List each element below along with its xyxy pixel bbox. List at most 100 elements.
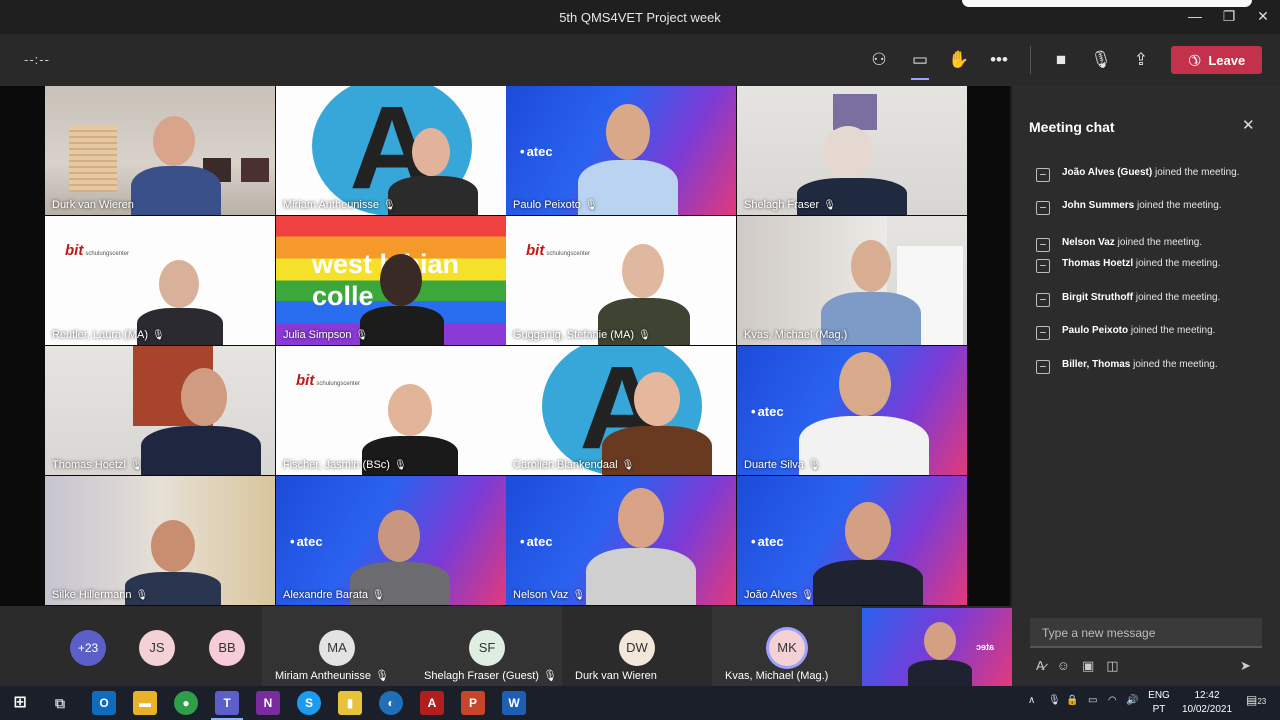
video-grid: Durk van Wieren Miriam Antheunisse🎙 atec…: [45, 86, 968, 606]
chat-system-message: Thomas Hoetzl joined the meeting.: [1036, 257, 1266, 273]
atec-logo-mirrored: atec: [976, 642, 995, 652]
windows-start-icon[interactable]: ⊞: [8, 691, 32, 715]
atec-logo: atec: [290, 534, 323, 549]
acrobat-icon[interactable]: A: [420, 691, 444, 715]
tray-battery-icon[interactable]: ▭: [1088, 695, 1097, 720]
message-compose-box[interactable]: Type a new message: [1030, 618, 1262, 648]
video-tile[interactable]: bit schulungscenter Gugganig, Stefanie (M…: [506, 216, 736, 345]
mic-off-icon: 🎙: [135, 589, 149, 601]
leave-button[interactable]: ✆ Leave: [1171, 46, 1262, 74]
close-chat-button[interactable]: ✕: [1242, 116, 1255, 134]
participant-name: Silke Hillermann 🎙: [52, 589, 149, 601]
notification-icon: ▤: [1246, 693, 1258, 707]
self-view-tile[interactable]: atec: [862, 608, 1012, 686]
tray-wifi-icon[interactable]: ◠: [1108, 695, 1117, 720]
video-tile[interactable]: atec Nelson Vaz🎙: [506, 476, 736, 605]
send-icon[interactable]: ➤: [1240, 658, 1251, 674]
video-tile[interactable]: Thomas Hoetzl 🎙: [45, 346, 275, 475]
video-tile[interactable]: Carolien Blankendaal🎙: [506, 346, 736, 475]
participant-name: Nelson Vaz 🎙: [513, 589, 586, 601]
maximize-button[interactable]: ❐: [1212, 0, 1246, 34]
chrome-icon[interactable]: ●: [174, 691, 198, 715]
input-language[interactable]: ENG PT: [1146, 689, 1172, 717]
onenote-icon[interactable]: N: [256, 691, 280, 715]
window-title: 5th QMS4VET Project week: [559, 10, 721, 25]
chat-system-message: Nelson Vaz joined the meeting.: [1036, 236, 1266, 252]
participant-audio-tile[interactable]: SF Shelagh Fraser (Guest) 🎙: [412, 606, 562, 686]
app-icon[interactable]: ◐: [379, 691, 403, 715]
video-tile[interactable]: bit schulungscenter Fischer, Jasmin (BSc)…: [276, 346, 506, 475]
sticker-icon[interactable]: ◫: [1106, 658, 1118, 678]
video-tile[interactable]: atec João Alves🎙: [737, 476, 967, 605]
mic-off-icon: 🎙: [801, 589, 814, 601]
more-actions-button[interactable]: •••: [986, 48, 1012, 72]
atec-logo: atec: [751, 534, 784, 549]
title-bar: 5th QMS4VET Project week — ❐ ✕: [0, 0, 1280, 34]
mic-off-icon: 🎙: [542, 670, 557, 682]
powerpoint-icon[interactable]: P: [461, 691, 485, 715]
participant-name: Alexandre Barata 🎙: [283, 589, 385, 601]
tray-chevron-icon[interactable]: ∧: [1028, 695, 1035, 720]
chat-system-message: Biller, Thomas joined the meeting.: [1036, 358, 1266, 374]
teams-icon[interactable]: T: [211, 691, 243, 720]
taskbar-clock[interactable]: 12:42 10/02/2021: [1172, 689, 1242, 717]
meeting-timer: --:--: [24, 52, 50, 67]
participants-button[interactable]: ⚇: [866, 48, 892, 72]
mic-off-icon: 🎙: [372, 589, 385, 601]
participant-audio-tile[interactable]: MK Kvas, Michael (Mag.): [712, 606, 862, 686]
chat-button[interactable]: ▭: [907, 48, 933, 80]
skype-icon[interactable]: S: [297, 691, 321, 715]
participant-avatar-speaking: MK: [769, 630, 805, 666]
video-tile[interactable]: Miriam Antheunisse🎙: [276, 86, 506, 215]
window-blind: [69, 126, 117, 192]
participant-avatar[interactable]: BB: [209, 630, 245, 666]
participant-name: Kvas, Michael (Mag.): [725, 670, 829, 682]
compose-toolbar: A̷ ☺ ▣ ◫ ➤: [1036, 658, 1266, 678]
share-button[interactable]: ⇪: [1128, 48, 1154, 72]
emoji-icon[interactable]: ☺: [1057, 658, 1070, 678]
mic-off-icon: 🎙: [383, 199, 396, 211]
video-tile[interactable]: Durk van Wieren: [45, 86, 275, 215]
participant-audio-tile[interactable]: DW Durk van Wieren: [562, 606, 712, 686]
calendar-join-icon: [1036, 168, 1050, 182]
chat-title: Meeting chat: [1029, 119, 1115, 135]
video-tile[interactable]: atec Duarte Silva🎙: [737, 346, 967, 475]
video-tile[interactable]: atec Alexandre Barata🎙: [276, 476, 506, 605]
atec-logo: atec: [751, 404, 784, 419]
mic-off-icon: 🎙: [823, 199, 836, 211]
participant-strip: +23 JS BB MA Miriam Antheunisse 🎙 SF Shel…: [0, 606, 1012, 686]
share-tray-icon: ⇪: [1133, 50, 1149, 69]
close-icon: ✕: [1242, 117, 1255, 134]
task-view-icon[interactable]: ⧉: [48, 691, 72, 715]
camera-button[interactable]: ■: [1048, 48, 1074, 72]
tray-volume-icon[interactable]: 🔊: [1126, 695, 1138, 720]
file-explorer-icon[interactable]: ▬: [133, 691, 157, 715]
mic-off-icon: 🎙: [807, 459, 821, 471]
raise-hand-button[interactable]: ✋: [946, 48, 972, 72]
gif-icon[interactable]: ▣: [1082, 658, 1094, 678]
word-icon[interactable]: W: [502, 691, 526, 715]
video-tile[interactable]: west l thiancolle Julia Simpson🎙: [276, 216, 506, 345]
video-tile[interactable]: bit schulungscenter Reutler, Laura (MA) 🎙: [45, 216, 275, 345]
close-window-button[interactable]: ✕: [1246, 0, 1280, 34]
powerbi-icon[interactable]: ▮: [338, 691, 362, 715]
mic-button[interactable]: 🎙: [1088, 48, 1114, 72]
video-tile[interactable]: Shelagh Fraser 🎙: [737, 86, 967, 215]
video-tile[interactable]: Kvas, Michael (Mag.): [737, 216, 967, 345]
video-tile[interactable]: atec Paulo Peixoto🎙: [506, 86, 736, 215]
format-icon[interactable]: A̷: [1036, 658, 1045, 678]
outlook-icon[interactable]: O: [92, 691, 116, 715]
video-tile[interactable]: Silke Hillermann 🎙: [45, 476, 275, 605]
tray-mic-icon[interactable]: 🎙: [1048, 695, 1061, 720]
action-center-button[interactable]: ▤23: [1246, 693, 1266, 720]
tray-lock-icon[interactable]: 🔒: [1066, 695, 1078, 720]
bit-logo: bit schulungscenter: [526, 242, 591, 259]
camera-icon: ■: [1055, 50, 1067, 69]
participant-avatar[interactable]: JS: [139, 630, 175, 666]
participant-audio-tile[interactable]: MA Miriam Antheunisse 🎙: [262, 606, 412, 686]
minimize-button[interactable]: —: [1178, 0, 1212, 34]
more-icon: •••: [990, 50, 1008, 69]
participant-name: Fischer, Jasmin (BSc) 🎙: [283, 459, 407, 471]
more-participants-badge[interactable]: +23: [70, 630, 106, 666]
chat-system-message: João Alves (Guest) joined the meeting.: [1036, 166, 1266, 182]
